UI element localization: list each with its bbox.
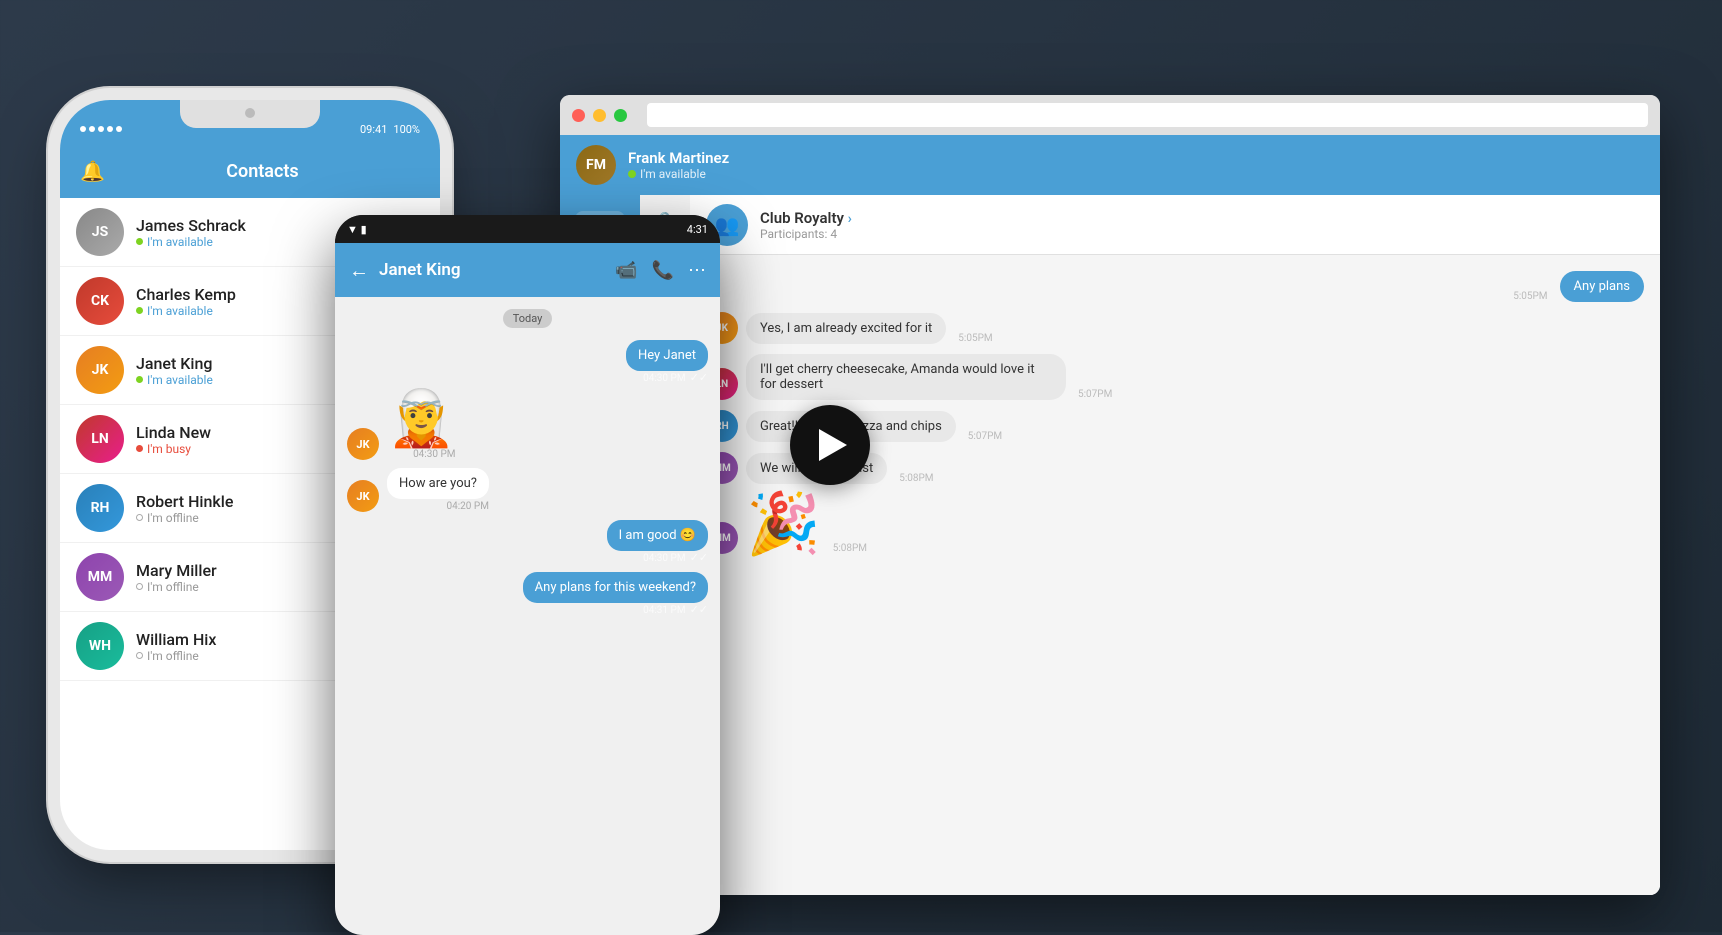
address-bar[interactable] — [647, 103, 1648, 127]
read-receipt: ✓✓ — [690, 371, 708, 384]
user-avatar: FM — [576, 145, 616, 185]
date-label: Today — [503, 309, 553, 328]
chat-header-info: Club Royalty › Participants: 4 — [760, 209, 1644, 241]
android-chat-area: Today Hey Janet 04:30 PM ✓✓ JK 🧝 04:30 P… — [335, 297, 720, 935]
message-time: 04:30 PM — [387, 449, 455, 460]
status-indicator — [136, 583, 143, 590]
avatar: MM — [76, 553, 124, 601]
read-receipt: ✓✓ — [690, 603, 708, 616]
chat-header: 👥 Club Royalty › Participants: 4 — [690, 195, 1660, 255]
ios-status-right: 09:41 100% — [360, 123, 420, 136]
message-bubble: Yes, I am already excited for it — [746, 313, 946, 344]
message-row: Hey Janet 04:30 PM ✓✓ — [347, 340, 708, 384]
maximize-button[interactable] — [614, 109, 627, 122]
chat-messages: 5:05PM Any plans JK Yes, I am already ex… — [690, 255, 1660, 895]
status-indicator — [136, 307, 143, 314]
play-button[interactable] — [790, 405, 870, 485]
status-indicator — [136, 445, 143, 452]
user-status: I'm available — [628, 167, 1644, 181]
more-options-icon[interactable]: ⋯ — [688, 260, 706, 281]
avatar: WH — [76, 622, 124, 670]
avatar: CK — [76, 277, 124, 325]
avatar: JS — [76, 208, 124, 256]
chat-main: 👥 Club Royalty › Participants: 4 5:05PM … — [690, 195, 1660, 895]
android-chat-header: ← Janet King 📹 📞 ⋯ — [335, 243, 720, 297]
message-time: 04:31 PM — [643, 605, 685, 616]
message-row: JK 🧝 04:30 PM — [347, 392, 708, 460]
avatar: JK — [347, 480, 379, 512]
ios-time: 09:41 — [360, 123, 387, 136]
message-time: 04:20 PM — [387, 501, 489, 512]
android-contact-name: Janet King — [379, 260, 605, 280]
app-body: 👥 Groups 🔒 👥 Club Royalty › Pa — [560, 195, 1660, 895]
android-status-bar: ▼ ▮ 4:31 — [335, 215, 720, 243]
ios-contacts-header: 🔔 Contacts — [60, 144, 440, 198]
message-row: MM 🎉 5:08PM — [706, 494, 1644, 554]
sticker: 🎉 — [746, 494, 821, 554]
message-time: 04:30 PM — [643, 553, 685, 564]
signal-dots — [80, 126, 122, 132]
close-button[interactable] — [572, 109, 585, 122]
sticker: 🧝 — [387, 392, 455, 447]
status-indicator — [136, 376, 143, 383]
group-name: Club Royalty › — [760, 209, 1644, 227]
back-icon[interactable]: ← — [349, 258, 369, 283]
message-bubble: How are you? — [387, 468, 489, 499]
play-triangle-icon — [819, 429, 847, 461]
ios-screen-title: Contacts — [105, 161, 420, 182]
message-time: 5:05PM — [958, 333, 992, 344]
message-bubble: I am good 😊 — [607, 520, 708, 551]
message-time: 5:08PM — [833, 543, 867, 554]
message-row: JK Yes, I am already excited for it 5:05… — [706, 312, 1644, 344]
voice-call-icon[interactable]: 📞 — [652, 260, 674, 281]
message-bubble: Hey Janet — [626, 340, 708, 371]
browser-titlebar — [560, 95, 1660, 135]
message-row: Any plans for this weekend? 04:31 PM ✓✓ — [347, 572, 708, 616]
avatar: JK — [347, 428, 379, 460]
message-row: JK How are you? 04:20 PM — [347, 468, 708, 512]
message-row: I am good 😊 04:30 PM ✓✓ — [347, 520, 708, 564]
ios-camera — [245, 108, 255, 118]
avatar: LN — [76, 415, 124, 463]
bell-icon[interactable]: 🔔 — [80, 159, 105, 183]
status-indicator — [136, 238, 143, 245]
message-time: 5:05PM — [1513, 291, 1547, 302]
read-receipt: ✓✓ — [690, 551, 708, 564]
ios-battery: 100% — [393, 123, 420, 136]
status-indicator — [136, 514, 143, 521]
android-signal-icons: ▼ ▮ — [347, 223, 367, 236]
video-call-icon[interactable]: 📹 — [615, 260, 637, 281]
browser-window: FM Frank Martinez I'm available 👥 Groups… — [560, 95, 1660, 895]
message-bubble: I'll get cherry cheesecake, Amanda would… — [746, 354, 1066, 400]
android-phone: ▼ ▮ 4:31 ← Janet King 📹 📞 ⋯ Today Hey Ja… — [335, 215, 720, 935]
android-time: 4:31 — [687, 223, 708, 236]
user-name: Frank Martinez — [628, 149, 1644, 167]
status-dot — [628, 170, 636, 178]
minimize-button[interactable] — [593, 109, 606, 122]
message-bubble: Any plans for this weekend? — [523, 572, 708, 603]
message-row: 5:05PM Any plans — [706, 271, 1644, 302]
message-time: 5:07PM — [968, 431, 1002, 442]
android-header-icons: 📹 📞 ⋯ — [615, 260, 706, 281]
chevron-icon: › — [848, 211, 852, 227]
android-status-right: 4:31 — [687, 223, 708, 236]
message-time: 5:07PM — [1078, 389, 1112, 400]
message-bubble: Any plans — [1560, 271, 1644, 302]
user-info: Frank Martinez I'm available — [628, 149, 1644, 181]
message-row: LN I'll get cherry cheesecake, Amanda wo… — [706, 354, 1644, 400]
avatar: RH — [76, 484, 124, 532]
message-time: 04:30 PM — [643, 373, 685, 384]
status-indicator — [136, 652, 143, 659]
participants-count: Participants: 4 — [760, 227, 1644, 241]
message-time: 5:08PM — [899, 473, 933, 484]
avatar: JK — [76, 346, 124, 394]
app-header: FM Frank Martinez I'm available — [560, 135, 1660, 195]
